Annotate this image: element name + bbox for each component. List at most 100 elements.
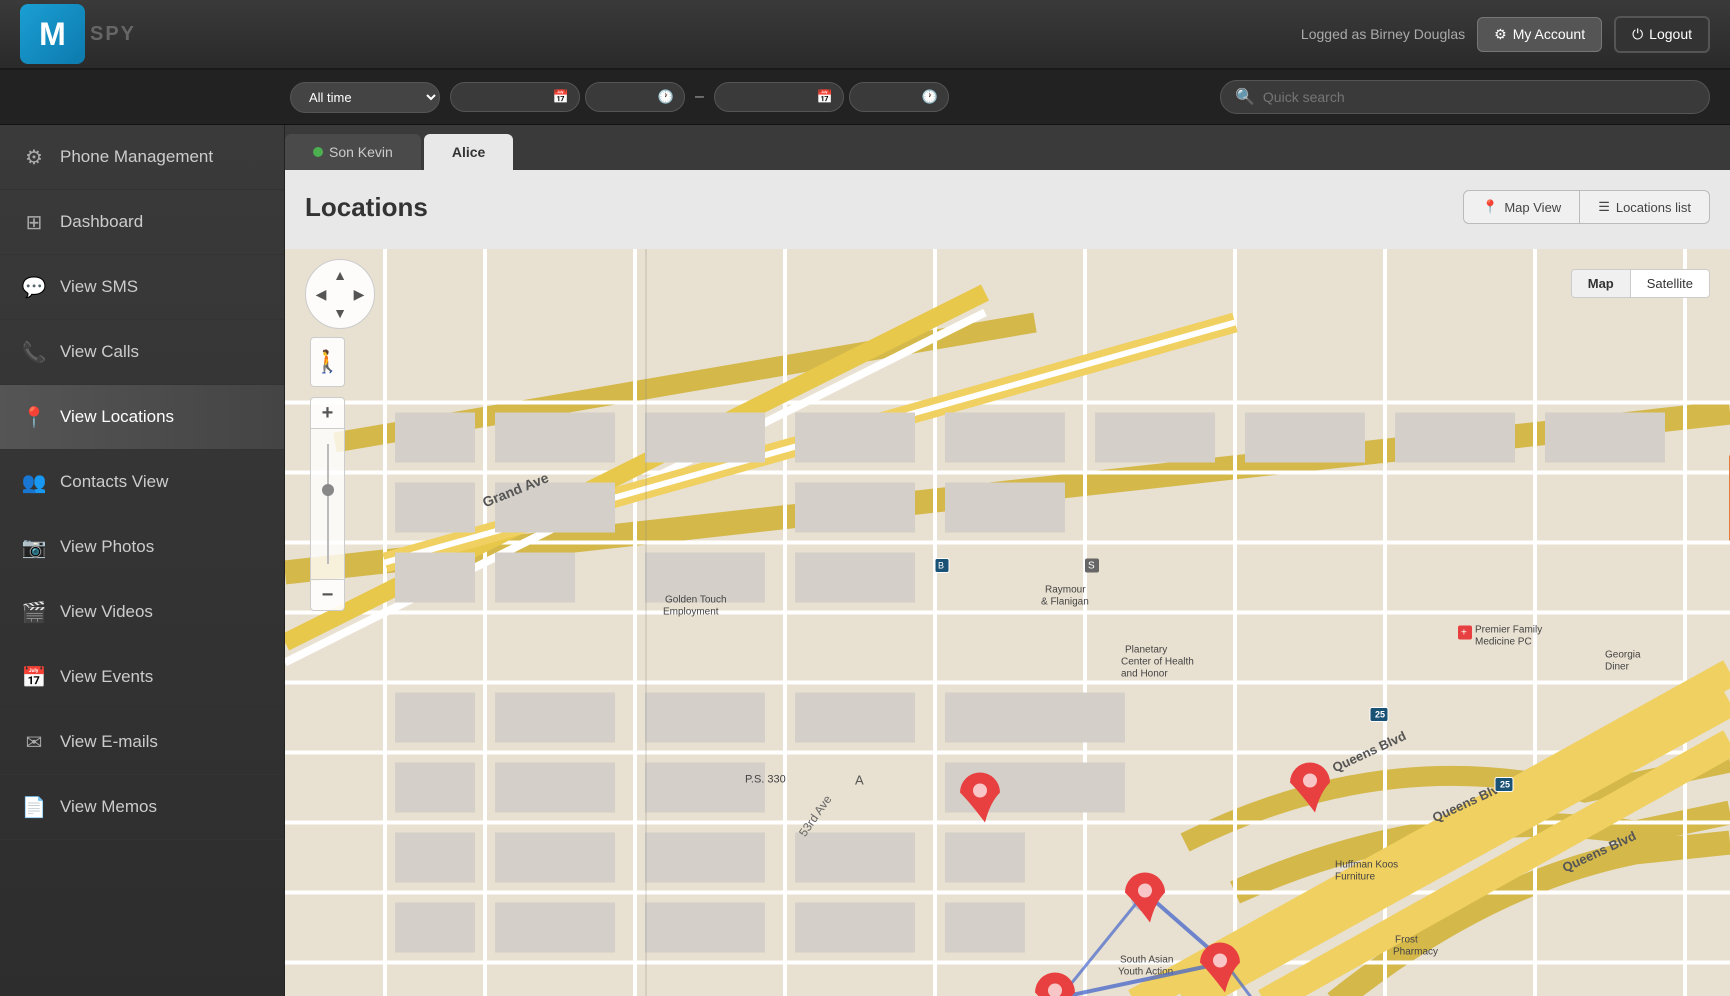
logo: M SPY xyxy=(20,4,136,64)
person-icon: 🚶 xyxy=(314,349,341,375)
date-from-group: 📅 🕐 xyxy=(450,82,685,112)
svg-text:Furniture: Furniture xyxy=(1335,872,1375,883)
contacts-icon: 👥 xyxy=(20,468,48,496)
sidebar: ⚙ Phone Management ⊞ Dashboard 💬 View SM… xyxy=(0,125,285,996)
svg-text:Frost: Frost xyxy=(1395,935,1418,946)
map-type-buttons: Map Satellite xyxy=(1571,269,1710,298)
nav-left-button[interactable]: ◀ xyxy=(311,284,331,304)
gear-icon: ⚙ xyxy=(20,143,48,171)
svg-text:A: A xyxy=(855,773,864,788)
zoom-handle[interactable] xyxy=(322,484,334,496)
tab-son-kevin[interactable]: Son Kevin xyxy=(285,134,421,170)
svg-text:Planetary: Planetary xyxy=(1125,645,1167,656)
svg-text:25: 25 xyxy=(1500,780,1510,790)
street-view-button[interactable]: 🚶 xyxy=(310,337,345,387)
sidebar-item-view-sms[interactable]: 💬 View SMS xyxy=(0,255,284,320)
toolbar: All time 📅 🕐 – 📅 🕐 🔍 xyxy=(0,70,1730,125)
gear-icon: ⚙ xyxy=(1494,26,1507,43)
tab-alice[interactable]: Alice xyxy=(424,134,513,170)
online-dot xyxy=(313,147,323,157)
tabs-bar: Son Kevin Alice xyxy=(285,125,1730,170)
date-from-input[interactable]: 📅 xyxy=(450,82,580,112)
calendar-icon: 📅 xyxy=(20,663,48,691)
zoom-in-button[interactable]: + xyxy=(310,397,345,429)
logo-text: SPY xyxy=(90,23,136,46)
header: M SPY Logged as Birney Douglas ⚙ My Acco… xyxy=(0,0,1730,70)
svg-text:and Honor: and Honor xyxy=(1121,669,1168,680)
svg-text:Golden Touch: Golden Touch xyxy=(665,595,727,606)
nav-right-button[interactable]: ▶ xyxy=(349,284,369,304)
search-icon: 🔍 xyxy=(1235,87,1255,107)
view-buttons-group: 📍 Map View ☰ Locations list xyxy=(1463,190,1710,224)
sidebar-item-view-calls[interactable]: 📞 View Calls xyxy=(0,320,284,385)
logged-as-label: Logged as Birney Douglas xyxy=(1301,26,1465,42)
locations-header: Locations 📍 Map View ☰ Locations list xyxy=(305,190,1710,224)
logout-button[interactable]: ⏻ Logout xyxy=(1614,16,1710,53)
nav-down-button[interactable]: ▼ xyxy=(330,303,350,323)
svg-text:Employment: Employment xyxy=(663,607,719,618)
map-container[interactable]: Grand Ave Queens Blvd Queens Blvd Queens… xyxy=(285,249,1730,996)
locations-header-bar: Locations 📍 Map View ☰ Locations list xyxy=(285,170,1730,249)
time-to-input[interactable]: 🕐 xyxy=(849,82,949,112)
nav-circle: ▲ ▼ ◀ ▶ xyxy=(305,259,375,329)
svg-text:Diner: Diner xyxy=(1605,662,1630,673)
map-view-button[interactable]: 📍 Map View xyxy=(1463,190,1580,224)
logo-icon: M xyxy=(20,4,85,64)
sidebar-item-view-events[interactable]: 📅 View Events xyxy=(0,645,284,710)
time-from-input[interactable]: 🕐 xyxy=(585,82,685,112)
date-to-group: 📅 🕐 xyxy=(714,82,949,112)
svg-text:Premier Family: Premier Family xyxy=(1475,625,1542,636)
sidebar-item-view-locations[interactable]: 📍 View Locations xyxy=(0,385,284,450)
svg-text:S: S xyxy=(1088,561,1095,572)
map-type-map-button[interactable]: Map xyxy=(1572,270,1631,297)
date-range-dash: – xyxy=(695,88,704,106)
locations-list-button[interactable]: ☰ Locations list xyxy=(1580,190,1710,224)
phone-icon: 📞 xyxy=(20,338,48,366)
clock-icon: 🕐 xyxy=(658,89,674,105)
content-area: Son Kevin Alice Locations 📍 Map View ☰ L… xyxy=(285,125,1730,996)
svg-text:Raymour: Raymour xyxy=(1045,585,1086,596)
sidebar-item-view-memos[interactable]: 📄 View Memos xyxy=(0,775,284,840)
sidebar-item-view-contacts[interactable]: 👥 Contacts View xyxy=(0,450,284,515)
zoom-track xyxy=(327,444,329,564)
zoom-slider-track[interactable] xyxy=(310,429,345,579)
power-icon: ⏻ xyxy=(1632,26,1643,43)
svg-text:B: B xyxy=(938,561,944,571)
location-icon: 📍 xyxy=(20,403,48,431)
camera-icon: 📷 xyxy=(20,533,48,561)
quick-search-input[interactable] xyxy=(1263,89,1695,105)
svg-text:P.S. 330: P.S. 330 xyxy=(745,774,786,786)
video-icon: 🎬 xyxy=(20,598,48,626)
map-nav-controls: ▲ ▼ ◀ ▶ 🚶 + − xyxy=(305,259,375,611)
svg-text:& Flanigan: & Flanigan xyxy=(1041,597,1089,608)
zoom-out-button[interactable]: − xyxy=(310,579,345,611)
email-icon: ✉ xyxy=(20,728,48,756)
main-layout: ⚙ Phone Management ⊞ Dashboard 💬 View SM… xyxy=(0,125,1730,996)
svg-text:+: + xyxy=(1461,628,1467,639)
sidebar-item-view-photos[interactable]: 📷 View Photos xyxy=(0,515,284,580)
grid-icon: ⊞ xyxy=(20,208,48,236)
quick-search-container[interactable]: 🔍 xyxy=(1220,80,1710,114)
clock-icon-2: 🕐 xyxy=(922,89,938,105)
sidebar-item-view-emails[interactable]: ✉ View E-mails xyxy=(0,710,284,775)
calendar-icon: 📅 xyxy=(553,89,569,105)
map-type-satellite-button[interactable]: Satellite xyxy=(1631,270,1709,297)
sidebar-item-view-videos[interactable]: 🎬 View Videos xyxy=(0,580,284,645)
header-right: Logged as Birney Douglas ⚙ My Account ⏻ … xyxy=(1301,16,1710,53)
my-account-button[interactable]: ⚙ My Account xyxy=(1477,17,1602,52)
svg-text:Pharmacy: Pharmacy xyxy=(1393,947,1438,958)
svg-text:Medicine PC: Medicine PC xyxy=(1475,637,1532,648)
list-icon: ☰ xyxy=(1598,199,1610,215)
locations-title: Locations xyxy=(305,192,428,223)
nav-up-button[interactable]: ▲ xyxy=(330,265,350,285)
svg-text:Huffman Koos: Huffman Koos xyxy=(1335,860,1398,871)
svg-text:South Asian: South Asian xyxy=(1120,955,1173,966)
date-to-input[interactable]: 📅 xyxy=(714,82,844,112)
svg-text:Center of Health: Center of Health xyxy=(1121,657,1194,668)
sms-icon: 💬 xyxy=(20,273,48,301)
calendar-icon-2: 📅 xyxy=(817,89,833,105)
sidebar-item-phone-management[interactable]: ⚙ Phone Management xyxy=(0,125,284,190)
sidebar-item-dashboard[interactable]: ⊞ Dashboard xyxy=(0,190,284,255)
svg-text:25: 25 xyxy=(1375,710,1385,720)
time-range-select[interactable]: All time xyxy=(290,82,440,113)
